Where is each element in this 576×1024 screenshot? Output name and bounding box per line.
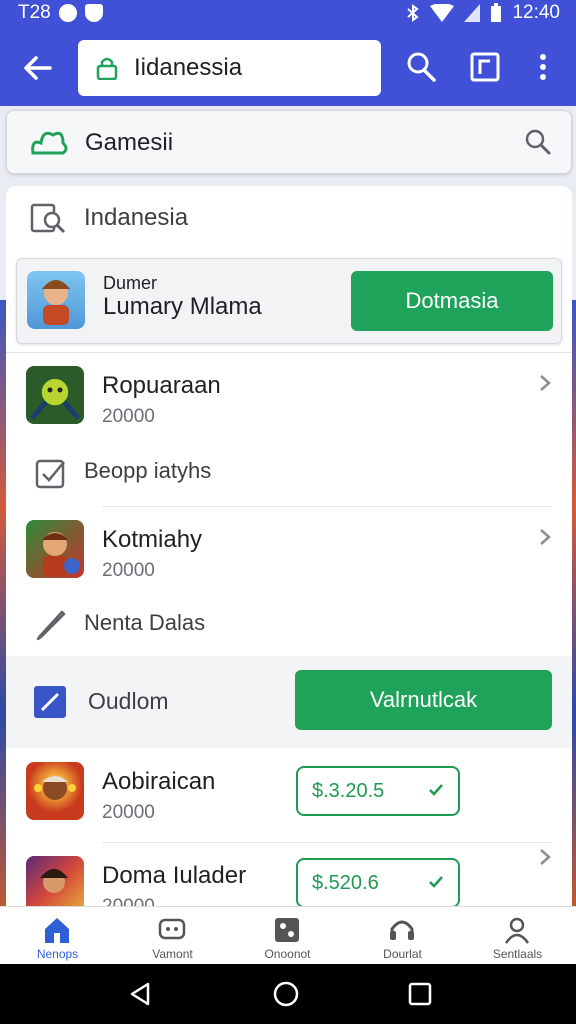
nav-label: Onoonot bbox=[264, 947, 311, 961]
site-search-card[interactable]: Gamesii bbox=[6, 110, 572, 174]
featured-title: Lumary Mlama bbox=[103, 293, 262, 320]
toolbar: Iidanessia bbox=[0, 36, 576, 98]
game-meta: 20000 bbox=[102, 406, 155, 427]
back-arrow-icon[interactable] bbox=[20, 50, 56, 86]
sub-section-title: Beopp iatyhs bbox=[84, 458, 212, 483]
game-name: Doma Iulader bbox=[102, 862, 247, 889]
game-icon bbox=[26, 762, 84, 820]
status-time: 12:40 bbox=[512, 2, 560, 23]
site-title: Gamesii bbox=[85, 129, 174, 156]
nav-label: Dourlat bbox=[383, 947, 422, 961]
section-header: Oudlom Valrnutlcak bbox=[6, 656, 572, 748]
section-header: Indanesia bbox=[6, 186, 572, 246]
bottom-navigation: Nenops Vamont Onoonot Dourlat Sentlaals bbox=[0, 906, 576, 964]
home-circle-icon[interactable] bbox=[272, 980, 300, 1008]
headset-icon bbox=[390, 920, 414, 940]
home-icon bbox=[45, 918, 69, 943]
game-icon bbox=[26, 520, 84, 578]
url-text: Iidanessia bbox=[134, 54, 243, 81]
sub-section-title: Nenta Dalas bbox=[84, 610, 206, 635]
sub-section-header: Nenta Dalas bbox=[6, 596, 572, 652]
game-icon bbox=[26, 856, 84, 906]
checkmark-icon bbox=[429, 876, 443, 888]
sub-section-header: Beopp iatyhs bbox=[6, 444, 572, 500]
app-header: T28 12:40 Iidanessia bbox=[0, 0, 576, 106]
chat-icon bbox=[158, 918, 186, 940]
edit-square-icon bbox=[34, 686, 66, 718]
url-bar[interactable]: Iidanessia bbox=[78, 40, 381, 96]
chevron-right-icon bbox=[540, 375, 551, 391]
nav-label: Nenops bbox=[36, 947, 79, 961]
featured-game-card[interactable]: Dumer Lumary Mlama Dotmasia bbox=[16, 258, 562, 344]
status-bar: T28 12:40 bbox=[0, 0, 576, 26]
game-name: Ropuaraan bbox=[102, 372, 221, 399]
system-navigation-bar bbox=[0, 964, 576, 1024]
pencil-icon bbox=[36, 610, 66, 641]
more-options-icon[interactable] bbox=[526, 50, 560, 84]
checkmark-icon bbox=[429, 784, 443, 796]
nav-label: Vamont bbox=[152, 947, 193, 961]
back-icon[interactable] bbox=[126, 980, 154, 1008]
nav-item-home[interactable]: Nenops bbox=[0, 907, 115, 965]
price-label: $.520.6 bbox=[312, 871, 379, 894]
shield-icon bbox=[84, 4, 103, 22]
search-icon[interactable] bbox=[404, 50, 438, 84]
section-title: Indanesia bbox=[84, 204, 189, 231]
game-name: Kotmiahy bbox=[102, 526, 203, 553]
divider bbox=[6, 352, 572, 353]
nav-item-chat[interactable]: Vamont bbox=[115, 907, 230, 965]
game-thumbnail bbox=[27, 271, 85, 329]
divider bbox=[102, 842, 552, 843]
status-carrier-text: T28 bbox=[18, 2, 51, 23]
notification-icon bbox=[58, 4, 77, 22]
profile-icon bbox=[504, 917, 530, 944]
game-icon bbox=[26, 366, 84, 424]
site-logo-icon bbox=[31, 131, 68, 155]
games-icon bbox=[275, 918, 299, 942]
checkbox-icon bbox=[35, 459, 65, 489]
section-action-button[interactable]: Valrnutlcak bbox=[295, 670, 552, 730]
featured-action-button[interactable]: Dotmasia bbox=[351, 271, 553, 331]
price-label: $.3.20.5 bbox=[312, 779, 385, 802]
game-meta: 20000 bbox=[102, 896, 155, 906]
search-icon[interactable] bbox=[525, 129, 551, 155]
recents-icon[interactable] bbox=[406, 980, 434, 1008]
list-item[interactable]: Ropuaraan 20000 bbox=[6, 354, 572, 446]
price-button[interactable]: $.520.6 bbox=[296, 858, 460, 906]
section-title: Oudlom bbox=[88, 688, 169, 714]
game-meta: 20000 bbox=[102, 560, 155, 581]
divider bbox=[102, 506, 552, 507]
nav-label: Sentlaals bbox=[492, 947, 543, 961]
nav-item-games[interactable]: Onoonot bbox=[230, 907, 345, 965]
chevron-right-icon bbox=[540, 529, 551, 545]
list-item[interactable]: Doma Iulader 20000 $.520.6 bbox=[6, 844, 572, 906]
featured-subtitle: Dumer bbox=[103, 273, 158, 293]
price-button[interactable]: $.3.20.5 bbox=[296, 766, 460, 816]
game-meta: 20000 bbox=[102, 802, 155, 823]
battery-icon bbox=[491, 3, 502, 22]
list-item[interactable]: Aobiraican 20000 $.3.20.5 bbox=[6, 750, 572, 842]
nav-item-profile[interactable]: Sentlaals bbox=[460, 907, 575, 965]
signal-icon bbox=[464, 4, 481, 22]
tabs-icon[interactable] bbox=[468, 50, 502, 84]
wifi-icon bbox=[430, 4, 455, 22]
nav-item-support[interactable]: Dourlat bbox=[345, 907, 460, 965]
lock-icon bbox=[96, 57, 118, 80]
bluetooth-icon bbox=[407, 4, 420, 22]
list-item[interactable]: Kotmiahy 20000 bbox=[6, 508, 572, 600]
search-document-icon bbox=[30, 203, 66, 234]
content-panel: Indanesia Dumer Lumary Mlama Dotmasia Ro… bbox=[6, 186, 572, 906]
game-name: Aobiraican bbox=[102, 768, 216, 795]
chevron-right-icon bbox=[540, 849, 551, 865]
